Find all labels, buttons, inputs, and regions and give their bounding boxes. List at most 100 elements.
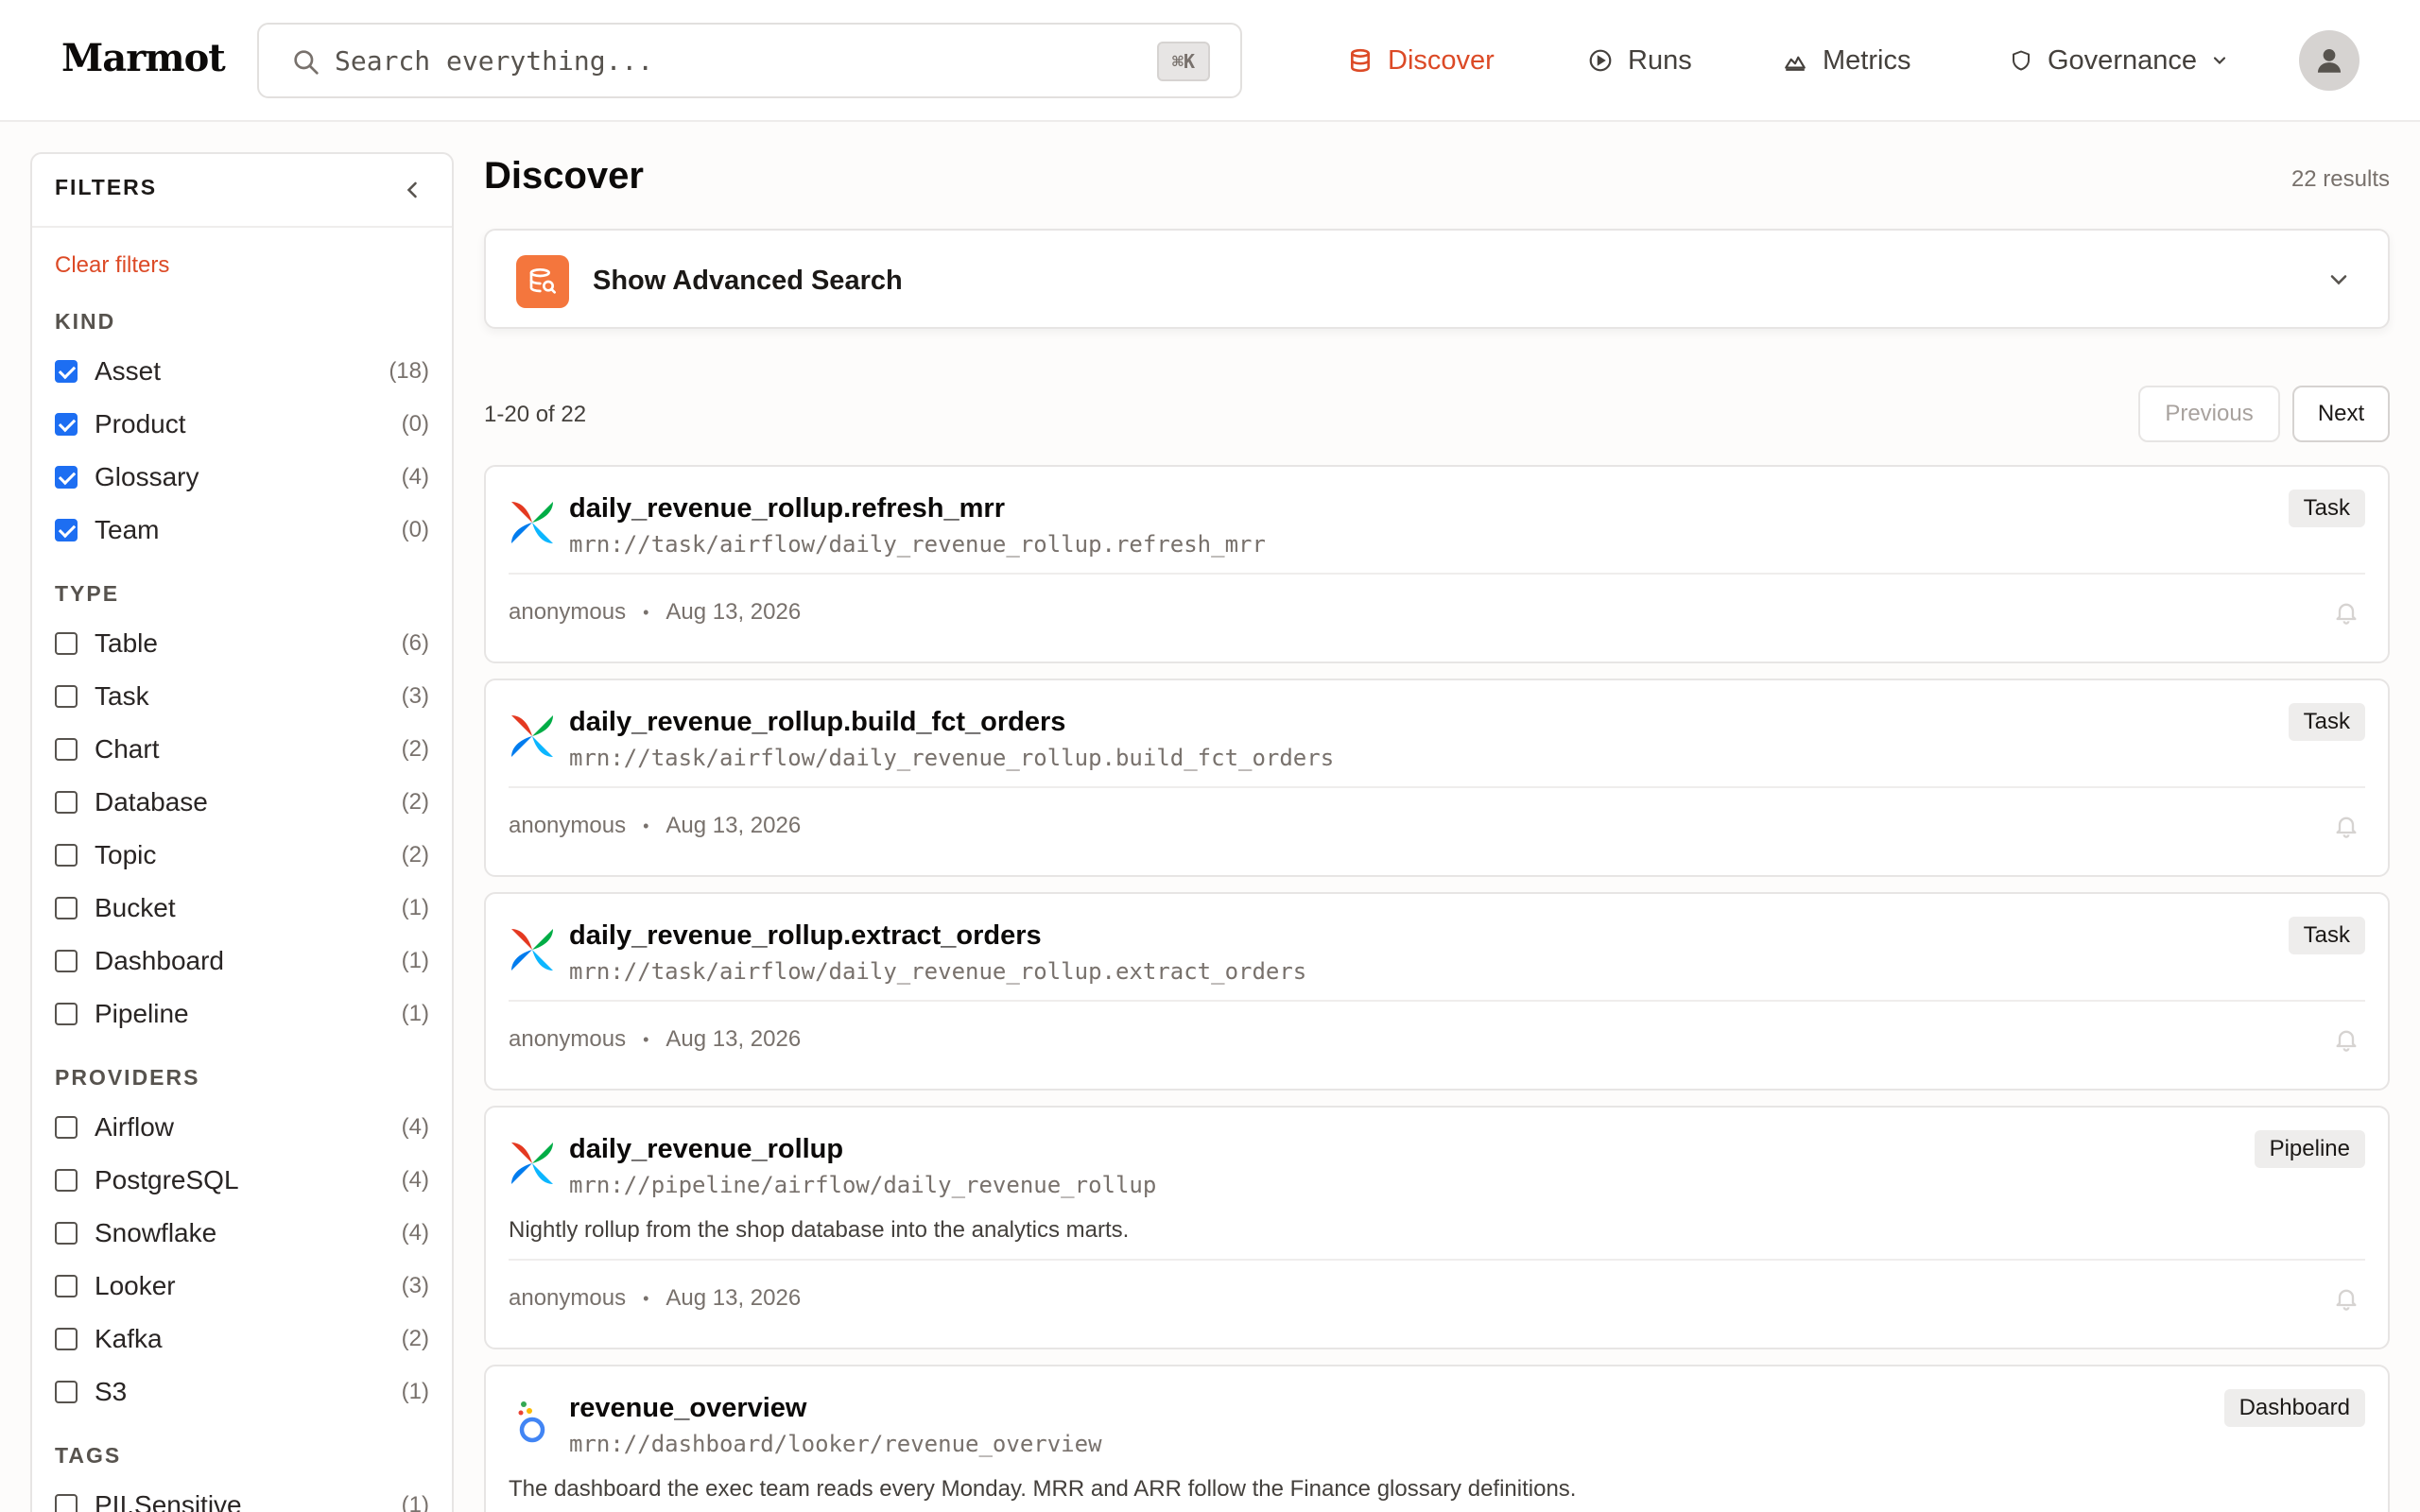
filter-label: Chart [95, 734, 160, 764]
asset-name[interactable]: revenue_overview [569, 1393, 806, 1424]
filter-checkbox[interactable] [55, 950, 78, 972]
filter-count: (2) [401, 1326, 429, 1351]
bell-icon[interactable] [2333, 1285, 2360, 1312]
previous-page-button[interactable]: Previous [2138, 386, 2280, 442]
filter-checkbox[interactable] [55, 1222, 78, 1245]
looker-logo-icon [518, 1401, 545, 1443]
result-card[interactable]: daily_revenue_rollup mrn://pipeline/airf… [484, 1106, 2390, 1349]
search-input[interactable] [335, 40, 1110, 81]
filter-section-tags-heading: TAGS [55, 1443, 122, 1468]
asset-name[interactable]: daily_revenue_rollup [569, 1134, 843, 1165]
result-card[interactable]: revenue_overview mrn://dashboard/looker/… [484, 1365, 2390, 1512]
filter-kind-team[interactable]: Team (0) [55, 511, 429, 549]
asset-name[interactable]: daily_revenue_rollup.extract_orders [569, 920, 1042, 952]
filter-label: Bucket [95, 893, 176, 922]
filter-checkbox[interactable] [55, 632, 78, 655]
result-card[interactable]: daily_revenue_rollup.refresh_mrr mrn://t… [484, 465, 2390, 663]
filter-provider-snowflake[interactable]: Snowflake (4) [55, 1214, 429, 1252]
filter-count: (0) [401, 411, 429, 437]
collapse-sidebar-icon[interactable] [399, 177, 425, 203]
nav-discover[interactable]: Discover [1348, 38, 1495, 83]
filter-label: Team [95, 515, 160, 544]
filter-checkbox[interactable] [55, 1003, 78, 1025]
nav-discover-label: Discover [1388, 44, 1495, 76]
filters-sidebar: FILTERS Clear filters KIND Asset (18) Pr… [30, 152, 454, 1512]
filter-provider-looker[interactable]: Looker (3) [55, 1267, 429, 1305]
filter-type-topic[interactable]: Topic (2) [55, 836, 429, 874]
filter-label: Glossary [95, 462, 199, 491]
filter-checkbox[interactable] [55, 1116, 78, 1139]
chevron-down-icon [2213, 57, 2226, 65]
filter-section-providers-heading: PROVIDERS [55, 1065, 200, 1090]
result-card[interactable]: daily_revenue_rollup.build_fct_orders mr… [484, 679, 2390, 877]
filter-checkbox[interactable] [55, 1169, 78, 1192]
filter-count: (2) [401, 789, 429, 815]
filter-provider-airflow[interactable]: Airflow (4) [55, 1108, 429, 1146]
filter-label: Looker [95, 1271, 176, 1300]
filter-checkbox[interactable] [55, 1328, 78, 1350]
next-page-button[interactable]: Next [2292, 386, 2390, 442]
filter-provider-postgresql[interactable]: PostgreSQL (4) [55, 1161, 429, 1199]
bell-icon[interactable] [2333, 813, 2360, 839]
bell-icon[interactable] [2333, 1026, 2360, 1053]
filter-type-chart[interactable]: Chart (2) [55, 730, 429, 768]
asset-name[interactable]: daily_revenue_rollup.build_fct_orders [569, 707, 1065, 738]
bell-icon[interactable] [2333, 599, 2360, 626]
filter-checkbox[interactable] [55, 1275, 78, 1297]
global-search-box[interactable]: ⌘K [257, 23, 1242, 98]
brand-logo[interactable]: Marmot [61, 36, 226, 80]
shield-icon [2013, 50, 2030, 71]
filter-type-database[interactable]: Database (2) [55, 783, 429, 821]
card-meta: anonymous • Aug 13, 2026 [509, 599, 801, 626]
filter-checkbox[interactable] [55, 738, 78, 761]
filter-checkbox[interactable] [55, 844, 78, 867]
asset-name[interactable]: daily_revenue_rollup.refresh_mrr [569, 493, 1005, 524]
filter-kind-product[interactable]: Product (0) [55, 405, 429, 443]
user-avatar[interactable] [2299, 30, 2360, 91]
nav-runs[interactable]: Runs [1588, 38, 1692, 83]
filter-label: Task [95, 681, 149, 711]
asset-type-badge: Task [2288, 703, 2365, 741]
filter-type-bucket[interactable]: Bucket (1) [55, 889, 429, 927]
filter-kind-asset[interactable]: Asset (18) [55, 352, 429, 390]
top-navigation-bar: Marmot ⌘K Discover Runs Metrics Governan… [0, 0, 2420, 122]
nav-governance[interactable]: Governance [2010, 38, 2229, 83]
result-card[interactable]: daily_revenue_rollup.extract_orders mrn:… [484, 892, 2390, 1091]
nav-metrics[interactable]: Metrics [1783, 38, 1910, 83]
filter-kind-glossary[interactable]: Glossary (4) [55, 458, 429, 496]
meta-separator: • [643, 1288, 649, 1308]
filter-type-table[interactable]: Table (6) [55, 625, 429, 662]
filter-count: (3) [401, 683, 429, 709]
filter-provider-s3[interactable]: S3 (1) [55, 1373, 429, 1411]
filter-checkbox[interactable] [55, 519, 78, 541]
asset-mrn: mrn://task/airflow/daily_revenue_rollup.… [569, 531, 1266, 558]
advanced-search-toggle[interactable]: Show Advanced Search [484, 229, 2390, 329]
filter-checkbox[interactable] [55, 360, 78, 383]
asset-mrn: mrn://task/airflow/daily_revenue_rollup.… [569, 958, 1307, 985]
filter-type-dashboard[interactable]: Dashboard (1) [55, 942, 429, 980]
asset-type-badge: Dashboard [2223, 1389, 2365, 1427]
filter-checkbox[interactable] [55, 1494, 78, 1512]
nav-governance-label: Governance [2048, 44, 2197, 76]
card-divider [509, 573, 2365, 575]
filter-checkbox[interactable] [55, 685, 78, 708]
chevron-down-icon [2330, 275, 2347, 285]
filter-type-task[interactable]: Task (3) [55, 678, 429, 715]
asset-date: Aug 13, 2026 [666, 1285, 802, 1311]
database-icon [1351, 48, 1370, 73]
filter-label: S3 [95, 1377, 128, 1406]
filter-type-pipeline[interactable]: Pipeline (1) [55, 995, 429, 1033]
asset-date: Aug 13, 2026 [666, 1026, 802, 1052]
filter-checkbox[interactable] [55, 1381, 78, 1403]
filter-checkbox[interactable] [55, 466, 78, 489]
filter-count: (1) [401, 948, 429, 973]
filter-checkbox[interactable] [55, 791, 78, 814]
filter-tag-pii-sensitive[interactable]: PII.Sensitive (1) [55, 1486, 429, 1512]
filter-provider-kafka[interactable]: Kafka (2) [55, 1320, 429, 1358]
filter-checkbox[interactable] [55, 413, 78, 436]
page-title: Discover [484, 155, 644, 197]
filter-label: Table [95, 628, 158, 658]
filter-label: PostgreSQL [95, 1165, 239, 1194]
clear-filters-link[interactable]: Clear filters [55, 252, 169, 279]
filter-checkbox[interactable] [55, 897, 78, 919]
